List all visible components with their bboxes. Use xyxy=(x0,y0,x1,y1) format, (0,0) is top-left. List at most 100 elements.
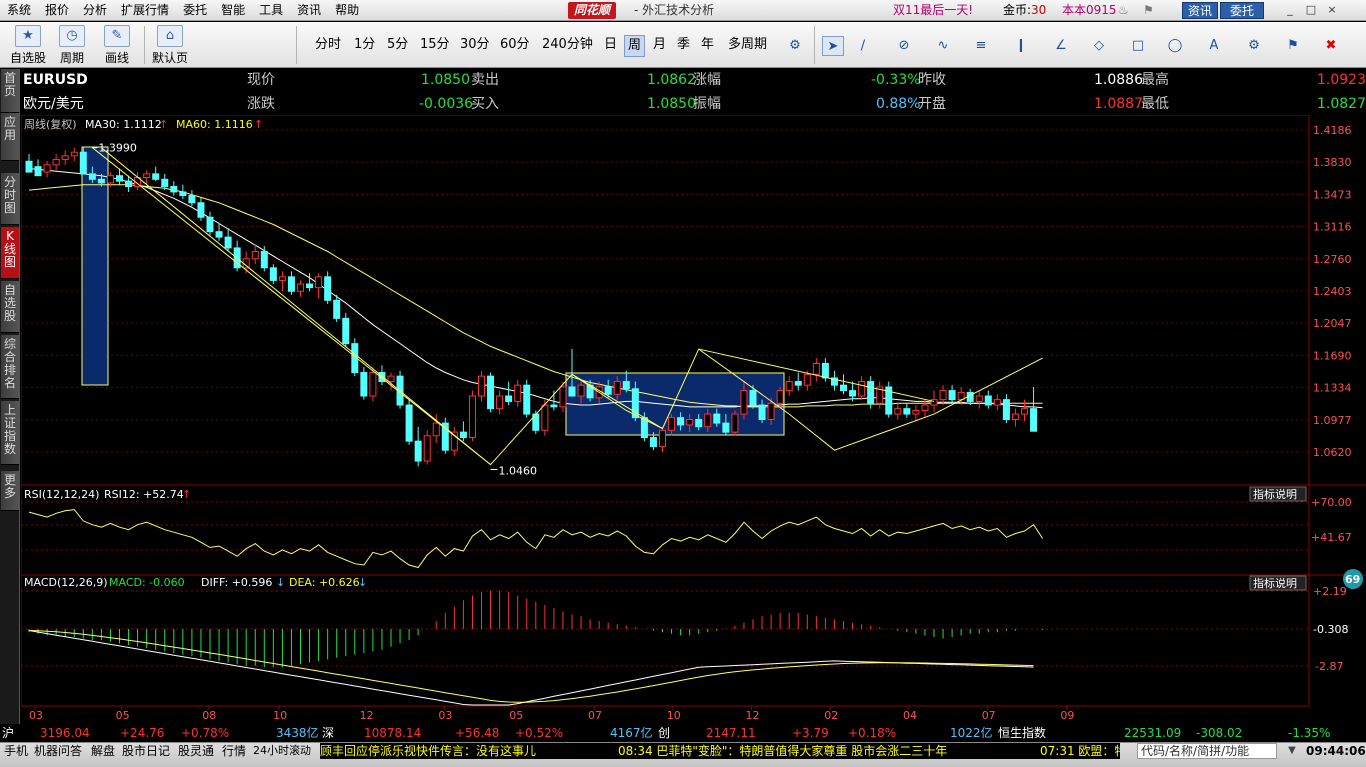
maximize-button[interactable]: □ xyxy=(1303,3,1319,17)
wave-tool-icon[interactable]: ∿ xyxy=(932,36,954,56)
sidebar-item-shindex[interactable]: 上证指数 xyxy=(1,401,19,465)
macd-lines xyxy=(28,630,1034,706)
cy-amount: 1022亿 xyxy=(950,726,993,740)
text-align-icon[interactable]: ≡ xyxy=(970,36,992,56)
tab-commentary[interactable]: 解盘 xyxy=(89,743,117,759)
menu-item-help[interactable]: 帮助 xyxy=(328,0,366,21)
cy-value: 2147.11 xyxy=(706,726,756,740)
period-day[interactable]: 日 xyxy=(601,35,620,57)
menu-item-system[interactable]: 系统 xyxy=(0,0,38,21)
sidebar-item-timeshare[interactable]: 分时图 xyxy=(1,173,19,225)
period-year[interactable]: 年 xyxy=(698,35,717,57)
settings-gear-icon[interactable]: ⚙ xyxy=(784,36,806,56)
period-quarter[interactable]: 季 xyxy=(674,35,693,57)
angle-tool-icon[interactable]: ∠ xyxy=(1050,36,1072,56)
period-month[interactable]: 月 xyxy=(650,35,669,57)
menu-item-tools[interactable]: 工具 xyxy=(252,0,290,21)
period-1min[interactable]: 1分 xyxy=(351,35,378,57)
price-tick: 1.3830 xyxy=(1313,156,1352,169)
promo-link[interactable]: 双11最后一天! xyxy=(893,0,973,21)
candle-body xyxy=(143,173,151,178)
line-tool-icon[interactable]: ∕ xyxy=(852,36,874,56)
candle-body xyxy=(333,299,341,319)
sidebar-item-home[interactable]: 首页 xyxy=(1,69,19,113)
bookmark-icon[interactable]: ⚑ xyxy=(1282,36,1304,56)
fill-tool-icon[interactable]: ◇ xyxy=(1088,36,1110,56)
candle-body xyxy=(622,381,630,390)
candle-body xyxy=(70,151,78,157)
period-button[interactable]: ◷ 周期 xyxy=(52,24,92,66)
minimize-button[interactable]: _ xyxy=(1282,3,1298,17)
ticker-item[interactable]: 顾丰回应停派乐视快件传言：没有这事儿 xyxy=(320,743,536,759)
tab-diary[interactable]: 股市日记 xyxy=(120,743,172,759)
period-week[interactable]: 周 xyxy=(624,35,646,57)
x-tick: 07 xyxy=(982,709,996,722)
period-5min[interactable]: 5分 xyxy=(384,35,411,57)
period-timeshare[interactable]: 分时 xyxy=(312,35,344,57)
code-search-input[interactable]: 代码/名称/简拼/功能 xyxy=(1137,743,1277,759)
news-button[interactable]: 资讯 xyxy=(1182,2,1218,19)
sz-amount: 4167亿 xyxy=(610,726,653,740)
candle-body xyxy=(894,408,902,415)
skin-icon[interactable]: ⚑ xyxy=(1143,3,1159,17)
period-multi[interactable]: 多周期 xyxy=(725,35,770,57)
ellipse-tool-icon[interactable]: ◯ xyxy=(1164,36,1186,56)
tab-robot-qa[interactable]: 机器问答 xyxy=(32,743,84,759)
sidebar-item-watchlist[interactable]: 自选股 xyxy=(1,281,19,333)
tab-market[interactable]: 行情 xyxy=(220,743,248,759)
user-name[interactable]: 本本0915 xyxy=(1062,0,1117,21)
chart-svg[interactable]: 周线(复权) MA30: 1.1112 ↑ MA60: 1.1116 ↑ 1.4… xyxy=(21,115,1366,724)
bell-icon[interactable]: ♨ xyxy=(1118,3,1132,17)
downtrend-line xyxy=(101,147,491,466)
menu-item-extended[interactable]: 扩展行情 xyxy=(114,0,176,21)
menu-item-quote[interactable]: 报价 xyxy=(38,0,76,21)
tab-24h-news[interactable]: 24小时滚动 xyxy=(251,743,313,759)
tab-stock-genie[interactable]: 股灵通 xyxy=(176,743,216,759)
candle-body xyxy=(767,402,775,420)
text-tool-icon[interactable]: A xyxy=(1203,36,1225,56)
price-axis: 1.4186 1.3830 1.3473 1.3116 1.2760 1.240… xyxy=(1313,124,1352,459)
candle-body xyxy=(722,422,730,433)
menu-item-news[interactable]: 资讯 xyxy=(290,0,328,21)
tab-mobile[interactable]: 手机 xyxy=(2,743,30,759)
period-240min[interactable]: 240分钟 xyxy=(539,35,596,57)
ticker-item[interactable]: 08:34 巴菲特"变脸"：特朗普值得大家尊重 股市会涨二三十年 xyxy=(618,743,947,759)
menu-item-analysis[interactable]: 分析 xyxy=(76,0,114,21)
menu-item-trade[interactable]: 委托 xyxy=(176,0,214,21)
sidebar-item-apps[interactable]: 应用 xyxy=(1,113,19,161)
period-15min[interactable]: 15分 xyxy=(417,35,453,57)
rsi-label: RSI(12,12,24) xyxy=(24,488,99,501)
clock: 09:44:06 xyxy=(1306,744,1366,758)
watchlist-button[interactable]: ★ 自选股 xyxy=(8,24,48,66)
news-ticker[interactable]: 顾丰回应停派乐视快件传言：没有这事儿 08:34 巴菲特"变脸"：特朗普值得大家… xyxy=(320,743,1120,759)
price-tick: 1.4186 xyxy=(1313,124,1352,137)
trade-button[interactable]: 委托 xyxy=(1220,2,1264,19)
price-tick: 1.3473 xyxy=(1313,188,1352,201)
macd-tick: +2.19 xyxy=(1313,585,1347,598)
ticker-item[interactable]: 07:31 欧盟：特 xyxy=(1040,743,1120,759)
period-60min[interactable]: 60分 xyxy=(497,35,533,57)
bar-tool-icon[interactable]: ❙ xyxy=(1010,36,1032,56)
delete-icon[interactable]: ✖ xyxy=(1320,36,1342,56)
candle-body xyxy=(659,429,666,448)
search-dropdown-icon[interactable]: ▼ xyxy=(1283,744,1301,758)
config-gear-icon[interactable]: ⚙ xyxy=(1243,36,1265,56)
sidebar-item-kline[interactable]: K线图 xyxy=(1,227,19,279)
period-30min[interactable]: 30分 xyxy=(457,35,493,57)
kline-chart-area[interactable]: 周线(复权) MA30: 1.1112 ↑ MA60: 1.1116 ↑ 1.4… xyxy=(21,115,1366,742)
rect-tool-icon[interactable]: □ xyxy=(1127,36,1149,56)
sidebar-item-ranking[interactable]: 综合排名 xyxy=(1,335,19,399)
floating-badge-label: 69 xyxy=(1345,573,1360,586)
cursor-icon[interactable]: ➤ xyxy=(822,36,844,56)
candle-body xyxy=(414,440,422,462)
default-page-button[interactable]: ⌂ 默认页 xyxy=(150,24,190,66)
rsi-value: RSI12: +52.74 xyxy=(104,488,184,501)
menu-item-smart[interactable]: 智能 xyxy=(214,0,252,21)
quote-value: 1.0886 xyxy=(1094,72,1143,88)
parallel-line-icon[interactable]: ⊘ xyxy=(893,36,915,56)
star-icon: ★ xyxy=(15,25,41,47)
close-button[interactable]: × xyxy=(1324,3,1340,17)
sidebar-item-more[interactable]: 更多 xyxy=(1,471,19,511)
draw-button[interactable]: ✎ 画线 xyxy=(97,24,137,66)
cy-change: +3.79 xyxy=(792,726,829,740)
